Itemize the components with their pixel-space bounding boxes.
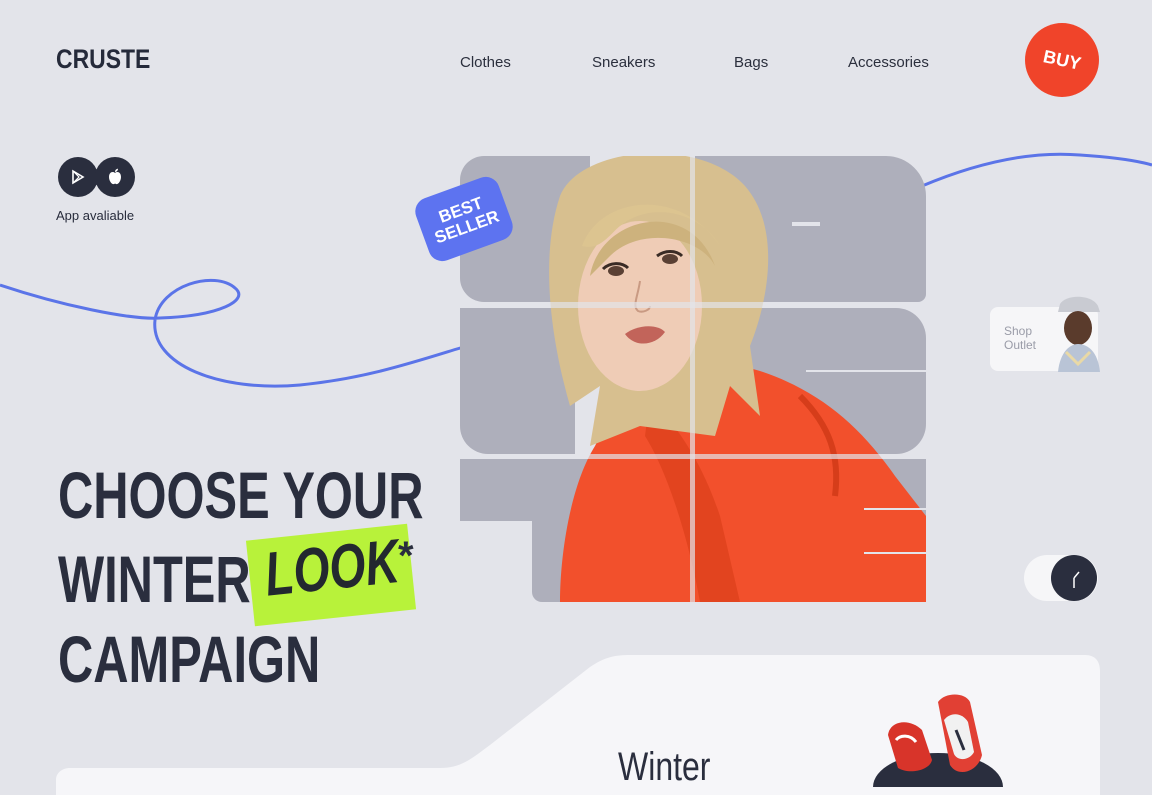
nav-item-accessories[interactable]: Accessories (848, 54, 929, 71)
headline-line1: CHOOSE YOUR (58, 458, 424, 532)
letter-dash (864, 552, 926, 554)
toggle-knob[interactable] (1051, 555, 1097, 601)
nav-item-bags[interactable]: Bags (734, 54, 768, 71)
app-available-label: App avaliable (56, 208, 135, 223)
brand-logo[interactable]: CRUSTE (56, 44, 150, 75)
look-asterisk: * (398, 534, 414, 578)
app-store-button[interactable] (95, 157, 135, 197)
nav-item-clothes[interactable]: Clothes (460, 54, 511, 71)
google-play-button[interactable] (58, 157, 98, 197)
buy-button[interactable]: BUY (1025, 23, 1099, 97)
nav-item-sneakers[interactable]: Sneakers (592, 54, 655, 71)
letter-dash (864, 508, 926, 510)
letter-dash (806, 370, 926, 372)
hero-collage (460, 156, 926, 602)
tile-seam (690, 156, 695, 602)
shop-outlet-line1: Shop (1004, 324, 1033, 338)
google-play-icon (72, 169, 85, 185)
shop-outlet-line2: Outlet (1004, 337, 1037, 352)
letter-dash (792, 222, 820, 226)
sneakers-image (873, 694, 1003, 787)
headline-line2: WINTER (58, 542, 251, 616)
model-photo (549, 156, 926, 602)
shop-outlet-label: Shop Outlet (1004, 324, 1037, 353)
outlet-model-thumbnail (1058, 296, 1100, 372)
winter-title: Winter (618, 745, 711, 789)
apple-icon (109, 168, 121, 185)
buy-button-label: BUY (1041, 45, 1083, 74)
look-highlight-text: LOOK (261, 526, 403, 610)
clock-icon (1073, 571, 1080, 588)
